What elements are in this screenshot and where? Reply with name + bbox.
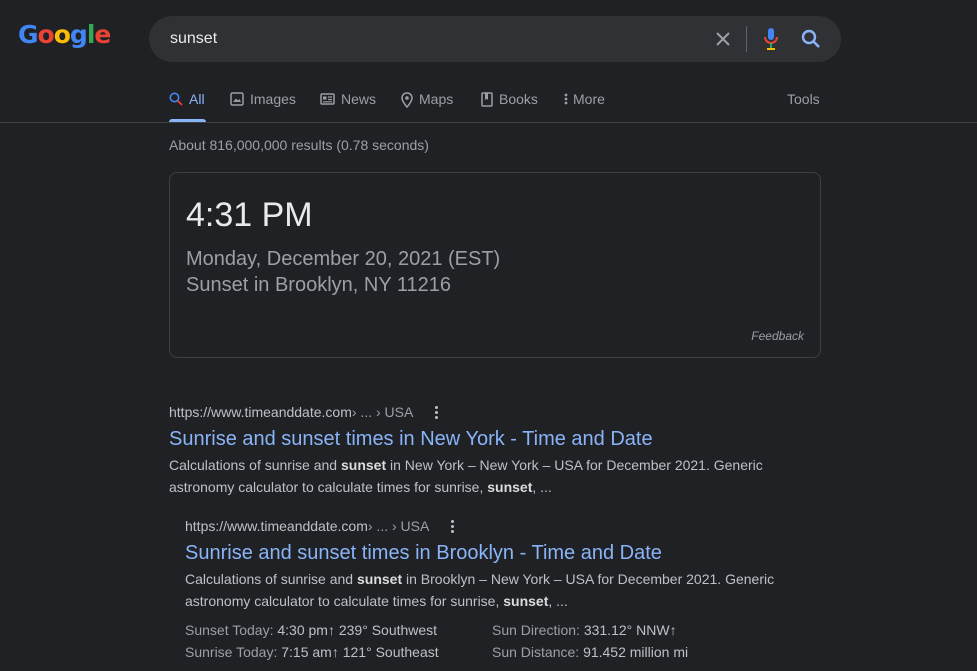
fact-value: 91.452 million mi bbox=[583, 644, 689, 660]
tab-all[interactable]: All bbox=[169, 86, 206, 122]
url-base: https://www.timeanddate.com bbox=[169, 404, 352, 420]
voice-search-button[interactable] bbox=[759, 27, 783, 51]
result-title[interactable]: Sunrise and sunset times in New York - T… bbox=[169, 428, 779, 451]
sunset-answer-card: 4:31 PM Monday, December 20, 2021 (EST) … bbox=[169, 172, 821, 358]
tab-label: Images bbox=[250, 91, 296, 107]
snippet-text: Calculations of sunrise and bbox=[169, 457, 341, 473]
tab-label: News bbox=[341, 91, 377, 107]
tools-button[interactable]: Tools bbox=[787, 91, 820, 107]
fact-value: 331.12° NNW↑ bbox=[583, 622, 677, 638]
tab-label: All bbox=[189, 91, 205, 107]
snippet-text: , ... bbox=[548, 593, 568, 609]
news-icon bbox=[320, 93, 335, 105]
url-breadcrumb: › ... › USA bbox=[367, 518, 430, 534]
search-divider bbox=[746, 26, 747, 52]
tab-news[interactable]: News bbox=[320, 86, 376, 122]
logo-letter: o bbox=[53, 20, 71, 49]
url-base: https://www.timeanddate.com bbox=[185, 518, 368, 534]
book-icon bbox=[481, 92, 493, 107]
tab-label: More bbox=[573, 91, 605, 107]
tab-more[interactable]: More bbox=[564, 86, 605, 122]
image-icon bbox=[230, 92, 244, 106]
result-snippet: Calculations of sunrise and sunset in Br… bbox=[185, 568, 785, 612]
sun-direction-fact: Sun Direction: 331.12° NNW↑ bbox=[492, 619, 677, 641]
search-icon bbox=[801, 29, 820, 48]
answer-date: Monday, December 20, 2021 (EST) bbox=[186, 248, 501, 270]
result-title[interactable]: Sunrise and sunset times in Brooklyn - T… bbox=[185, 542, 785, 565]
logo-letter: o bbox=[37, 20, 55, 49]
result-url[interactable]: https://www.timeanddate.com › ... › USA bbox=[169, 404, 779, 420]
answer-time: 4:31 PM bbox=[186, 196, 313, 234]
tab-label: Maps bbox=[419, 91, 454, 107]
close-icon bbox=[716, 32, 730, 46]
clear-button[interactable] bbox=[711, 27, 735, 51]
search-box[interactable]: sunset bbox=[149, 16, 841, 62]
tab-images[interactable]: Images bbox=[230, 86, 296, 122]
search-button[interactable] bbox=[799, 27, 823, 51]
microphone-icon bbox=[764, 28, 778, 50]
search-result: https://www.timeanddate.com › ... › USA … bbox=[185, 518, 785, 612]
result-snippet: Calculations of sunrise and sunset in Ne… bbox=[169, 454, 779, 498]
result-stats: About 816,000,000 results (0.78 seconds) bbox=[169, 137, 429, 153]
snippet-highlight: sunset bbox=[341, 457, 387, 473]
result-url[interactable]: https://www.timeanddate.com › ... › USA bbox=[185, 518, 785, 534]
fact-label: Sunrise Today: bbox=[185, 644, 282, 660]
snippet-text: Calculations of sunrise and bbox=[185, 571, 357, 587]
answer-location: Sunset in Brooklyn, NY 11216 bbox=[186, 274, 451, 296]
map-pin-icon bbox=[401, 92, 413, 108]
tab-label: Books bbox=[499, 91, 538, 107]
snippet-text: , ... bbox=[532, 479, 552, 495]
snippet-highlight: sunset bbox=[487, 479, 533, 495]
logo-letter: g bbox=[69, 20, 88, 49]
fact-value: 4:30 pm↑ 239° Southwest bbox=[277, 622, 438, 638]
header: Google sunset All Images News Maps Books… bbox=[0, 0, 977, 123]
sunrise-fact: Sunrise Today: 7:15 am↑ 121° Southeast bbox=[185, 641, 439, 663]
url-breadcrumb: › ... › USA bbox=[351, 404, 414, 420]
logo-letter: G bbox=[18, 20, 39, 49]
tab-books[interactable]: Books bbox=[481, 86, 538, 122]
result-menu-button[interactable] bbox=[447, 519, 457, 533]
search-icon bbox=[169, 92, 183, 106]
fact-value: 7:15 am↑ 121° Southeast bbox=[281, 644, 439, 660]
more-vertical-icon bbox=[564, 93, 568, 105]
logo-letter: e bbox=[94, 20, 111, 49]
snippet-highlight: sunset bbox=[503, 593, 549, 609]
feedback-link[interactable]: Feedback bbox=[751, 329, 804, 343]
google-logo[interactable]: Google bbox=[18, 20, 111, 58]
sunset-fact: Sunset Today: 4:30 pm↑ 239° Southwest bbox=[185, 619, 437, 641]
result-menu-button[interactable] bbox=[431, 405, 441, 419]
search-result: https://www.timeanddate.com › ... › USA … bbox=[169, 404, 779, 498]
tab-maps[interactable]: Maps bbox=[401, 86, 453, 122]
snippet-highlight: sunset bbox=[357, 571, 403, 587]
search-input[interactable]: sunset bbox=[170, 30, 217, 48]
fact-label: Sunset Today: bbox=[185, 622, 278, 638]
fact-label: Sun Direction: bbox=[492, 622, 584, 638]
sun-distance-fact: Sun Distance: 91.452 million mi bbox=[492, 641, 688, 663]
fact-label: Sun Distance: bbox=[492, 644, 584, 660]
